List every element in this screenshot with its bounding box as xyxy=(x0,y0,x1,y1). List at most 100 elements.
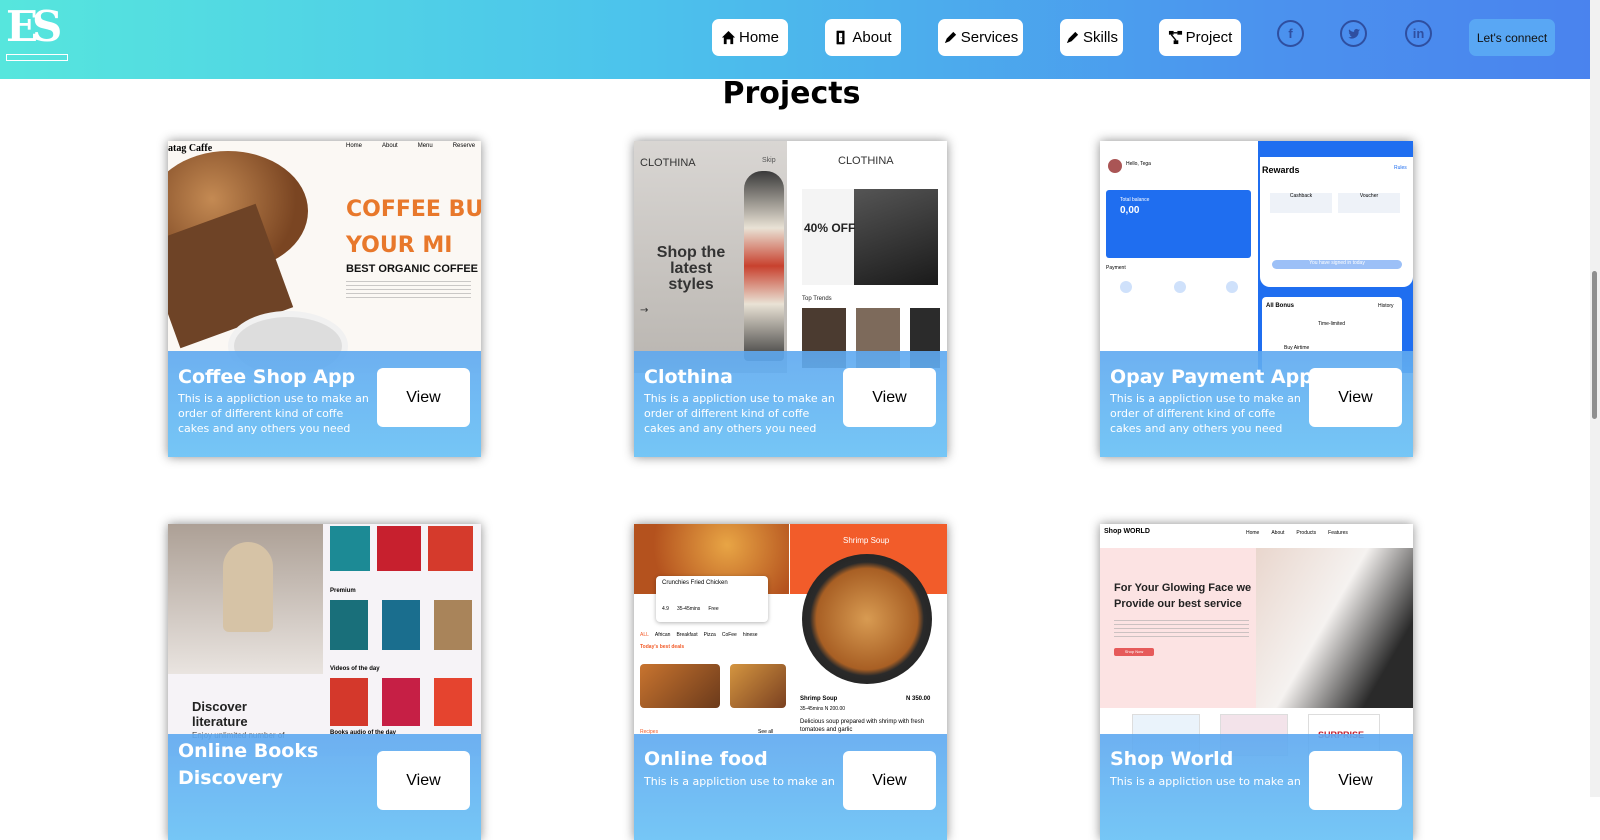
thumb-nav-item: Reserve xyxy=(452,143,476,149)
category-tab[interactable]: Breakfast xyxy=(676,632,697,638)
thumb-soup-price: N 350.00 xyxy=(906,696,931,702)
arrow-right-icon: → xyxy=(640,305,649,316)
thumb-nav: Home About Products Features xyxy=(1246,530,1348,536)
project-thumbnail: Crunchies Fried Chicken 4.9 35-45mins Fr… xyxy=(634,524,947,756)
nav-about-button[interactable]: About xyxy=(825,19,901,56)
nav-services-label: Services xyxy=(960,29,1019,46)
book-cover xyxy=(377,526,421,571)
thumb-tagline: Shop the latest styles xyxy=(656,244,726,293)
project-card-coffee: atag Caffe Home About Menu Reserve COFFE… xyxy=(168,141,481,457)
logo-text: ES xyxy=(6,2,62,51)
book-cover xyxy=(330,600,368,650)
category-tab[interactable]: African xyxy=(655,632,671,638)
project-thumbnail: Discover literature Enjoy unlimited numb… xyxy=(168,524,481,756)
card-description: This is a appliction use to make an orde… xyxy=(1110,392,1301,435)
project-thumbnail: Shop WORLD Home About Products Features … xyxy=(1100,524,1413,756)
card-overlay: Online food This is a appliction use to … xyxy=(634,734,947,840)
book-cover xyxy=(428,526,473,571)
thumb-videos: Videos of the day xyxy=(330,666,380,672)
nav-project-button[interactable]: Project xyxy=(1159,19,1241,56)
lets-connect-button[interactable]: Let's connect xyxy=(1469,19,1555,56)
thumb-nav-item: Home xyxy=(1246,530,1260,536)
thumb-balance-label: Total balance xyxy=(1120,197,1150,203)
section-title: Projects xyxy=(722,76,861,111)
card-title: Coffee Shop App xyxy=(178,366,356,388)
card-description: This is a appliction use to make an xyxy=(644,775,835,788)
thumb-time-limited: Time-limited xyxy=(1318,321,1346,327)
thumb-delivery: Free xyxy=(708,606,719,612)
nav-skills-button[interactable]: Skills xyxy=(1060,19,1123,56)
thumb-rules: Rules xyxy=(1394,165,1407,171)
scrollbar-thumb[interactable] xyxy=(1592,271,1597,419)
thumb-nav-item: About xyxy=(382,143,398,149)
pen-icon xyxy=(1066,31,1079,44)
thumb-skip: Skip xyxy=(762,157,776,164)
linkedin-icon[interactable]: in xyxy=(1405,20,1432,47)
view-button[interactable]: View xyxy=(843,368,936,427)
card-title: Clothina xyxy=(644,366,733,388)
thumb-headline-2: YOUR MI xyxy=(346,233,453,258)
project-card-shopworld: Shop WORLD Home About Products Features … xyxy=(1100,524,1413,840)
book-cover xyxy=(382,678,420,726)
boots-image xyxy=(854,189,938,285)
view-button[interactable]: View xyxy=(377,751,470,810)
thumb-time: 35-45mins xyxy=(676,606,701,612)
logo-underline xyxy=(6,54,68,61)
book-cover xyxy=(434,678,472,726)
thumb-nav-item: About xyxy=(1271,530,1285,536)
view-button[interactable]: View xyxy=(377,368,470,427)
thumb-rewards: Rewards xyxy=(1262,165,1300,175)
site-logo[interactable]: ES xyxy=(4,2,70,62)
card-overlay: Coffee Shop App This is a appliction use… xyxy=(168,351,481,457)
project-thumbnail: atag Caffe Home About Menu Reserve COFFE… xyxy=(168,141,481,373)
book-cover xyxy=(434,600,472,650)
dish-meta: 4.9 35-45mins Free xyxy=(662,606,719,612)
thumb-signed-in: You have signed in today xyxy=(1272,260,1402,269)
nav-services-button[interactable]: Services xyxy=(938,19,1023,56)
view-button[interactable]: View xyxy=(1309,751,1402,810)
card-title: Opay Payment App xyxy=(1110,366,1313,388)
pen-icon xyxy=(944,31,956,44)
thumb-brand: Shop WORLD xyxy=(1104,528,1150,535)
card-description: This is a appliction use to make an orde… xyxy=(178,392,369,435)
thumb-headline: Discover literature xyxy=(192,699,248,729)
thumb-brand-right: CLOTHINA xyxy=(838,155,894,167)
card-description: This is a appliction use to make an orde… xyxy=(644,392,835,435)
airtime-icon xyxy=(1120,281,1132,293)
thumb-nav-item: Home xyxy=(346,143,363,149)
category-tab[interactable]: ALL xyxy=(640,632,649,638)
facebook-icon[interactable]: f xyxy=(1277,20,1304,47)
data-icon xyxy=(1174,281,1186,293)
thumb-voucher: Voucher xyxy=(1338,193,1400,213)
nav-home-button[interactable]: Home xyxy=(712,19,788,56)
view-button[interactable]: View xyxy=(843,751,936,810)
category-tabs: ALL African Breakfast Pizza CoFee hinese xyxy=(640,632,758,638)
project-thumbnail: CLOTHINA Skip Shop the latest styles → C… xyxy=(634,141,947,373)
soup-bowl-image xyxy=(802,554,932,684)
thumb-paragraph xyxy=(1114,620,1249,638)
project-card-clothina: CLOTHINA Skip Shop the latest styles → C… xyxy=(634,141,947,457)
category-tab[interactable]: Pizza xyxy=(704,632,716,638)
twitter-bird-glyph xyxy=(1347,28,1360,39)
thumb-brand-left: CLOTHINA xyxy=(640,157,696,169)
thumb-nav-item: Menu xyxy=(417,143,433,149)
twitter-icon[interactable] xyxy=(1340,20,1367,47)
thumb-subhead: BEST ORGANIC COFFEE xyxy=(346,263,479,275)
view-button[interactable]: View xyxy=(1309,368,1402,427)
thumb-greeting: Hello, Tega xyxy=(1126,161,1151,167)
category-tab[interactable]: CoFee xyxy=(722,632,737,638)
reader-image xyxy=(223,542,273,632)
thumb-history: History xyxy=(1378,303,1394,309)
card-title: Online food xyxy=(644,748,768,770)
model-image xyxy=(744,171,784,361)
shop-now-button[interactable]: Shop Now xyxy=(1114,648,1154,656)
card-overlay: Shop World This is a appliction use to m… xyxy=(1100,734,1413,840)
thumb-cashback: Cashback xyxy=(1270,193,1332,213)
category-tab[interactable]: hinese xyxy=(743,632,758,638)
thumb-soup-name: Shrimp Soup xyxy=(800,696,838,702)
card-overlay: Clothina This is a appliction use to mak… xyxy=(634,351,947,457)
avatar xyxy=(1108,159,1122,173)
thumb-section: Top Trends xyxy=(802,296,832,302)
book-cover xyxy=(330,678,368,726)
nav-about-label: About xyxy=(852,29,892,46)
